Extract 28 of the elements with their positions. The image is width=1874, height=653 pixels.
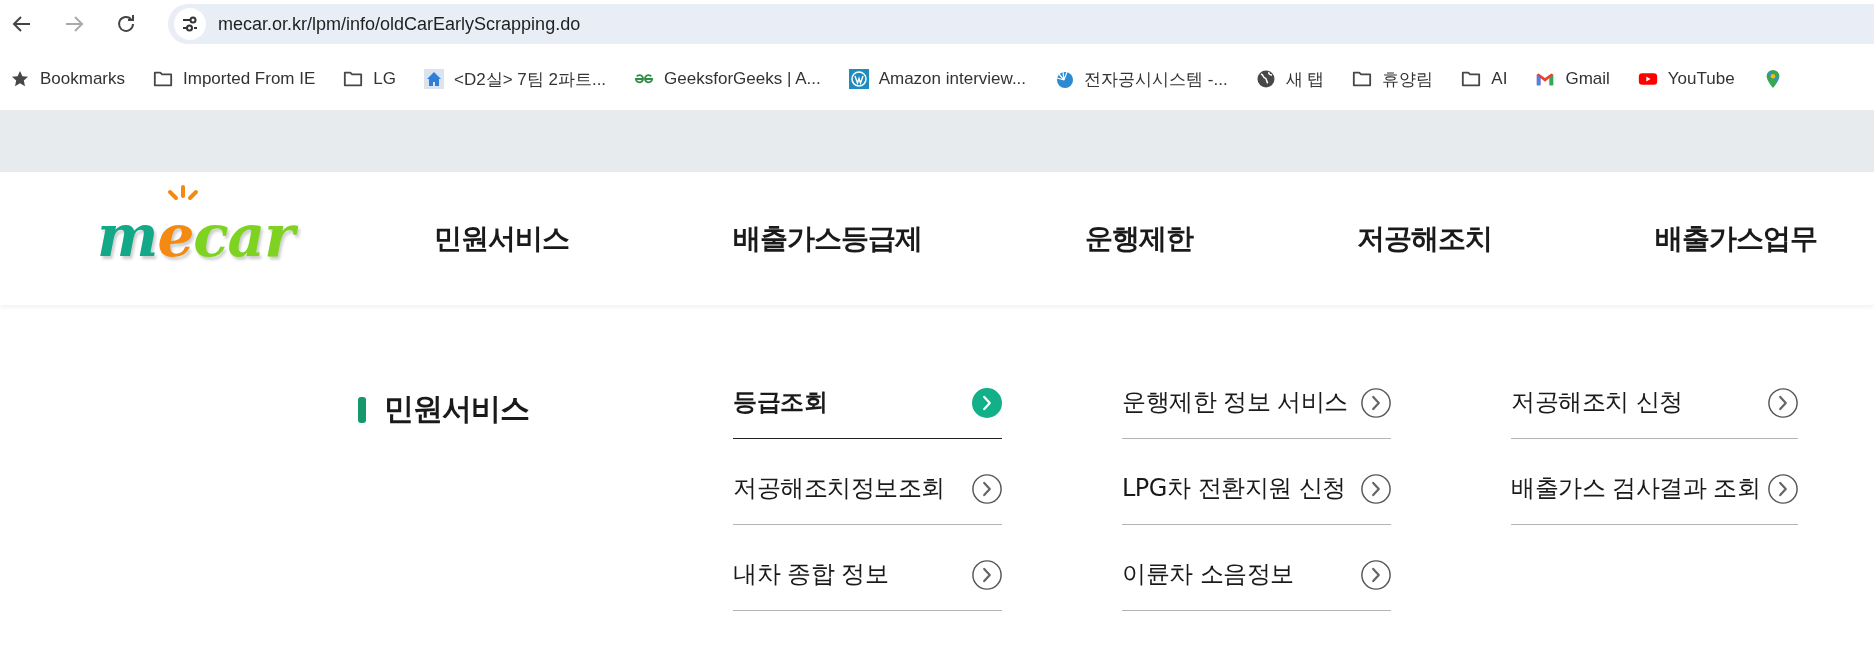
bookmark-item[interactable]: 휴양림 [1352, 67, 1434, 91]
submenu-link[interactable]: LPG차 전환지원 신청 [1122, 439, 1391, 525]
submenu-title: 민원서비스 [384, 390, 529, 428]
bookmark-item[interactable]: 새 탭 [1255, 67, 1325, 91]
submenu-link[interactable]: 등급조회 [733, 353, 1002, 439]
bookmark-item[interactable]: Bookmarks [10, 69, 126, 89]
nav-menu-item[interactable]: 저공해조치 [1356, 219, 1492, 258]
submenu-link[interactable]: 저공해조치 신청 [1511, 353, 1799, 439]
bookmark-item[interactable]: AI [1461, 69, 1508, 89]
nav-menu-item[interactable]: 민원서비스 [434, 219, 569, 258]
submenu-link[interactable]: 운행제한 정보 서비스 [1122, 353, 1391, 439]
bookmark-item[interactable]: 전자공시시스템 -... [1054, 67, 1228, 91]
nav-menu-item[interactable]: 배출가스업무 [1655, 219, 1817, 258]
bookmark-item[interactable]: Imported From IE [153, 69, 316, 89]
submenu-link[interactable]: 저공해조치정보조회 [733, 439, 1002, 525]
nav-menu-item[interactable]: 배출가스등급제 [732, 219, 922, 258]
submenu-link[interactable]: 이륜차 소음정보 [1122, 525, 1391, 611]
nav-menu-item[interactable]: 운행제한 [1085, 219, 1193, 258]
url-text: mecar.or.kr/lpm/info/oldCarEarlyScrapping.do [218, 13, 581, 35]
submenu-link[interactable]: 내차 종합 정보 [733, 525, 1002, 611]
submenu-link[interactable]: 배출가스 검사결과 조회 [1511, 439, 1799, 525]
bookmark-item[interactable]: GeeksforGeeks | A... [634, 69, 821, 89]
bookmark-item[interactable]: Gmail [1535, 69, 1610, 89]
bookmark-item[interactable]: <D2실> 7팀 2파트... [424, 67, 607, 91]
bookmark-item[interactable]: Amazon interview... [848, 69, 1027, 89]
bookmark-item[interactable]: YouTube [1637, 69, 1735, 89]
bookmark-item[interactable]: LG [343, 69, 396, 89]
address-bar[interactable]: mecar.or.kr/lpm/info/oldCarEarlyScrapping.do [168, 4, 1874, 44]
